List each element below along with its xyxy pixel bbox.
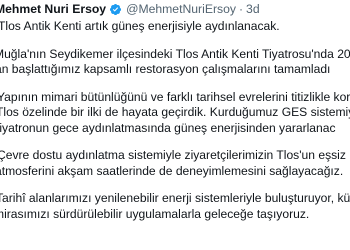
tweet-body: Tlos Antik Kenti artık güneş enerjisiyle…: [0, 19, 350, 222]
tweet-line: Çevre dostu aydınlatma sistemiyle ziyare…: [0, 148, 346, 162]
author-handle[interactable]: @MehmetNuriErsoy: [126, 2, 236, 16]
separator-dot: ·: [238, 2, 244, 16]
author-display-name[interactable]: Mehmet Nuri Ersoy: [0, 2, 106, 16]
tweet-line: atmosferini akşam saatlerinde de deneyim…: [0, 163, 344, 178]
tweet-line: Muğla'nın Seydikemer ilçesindeki Tlos An…: [0, 46, 350, 61]
tweet-line: tiyatronun gece aydınlatmasında güneş en…: [0, 120, 336, 135]
tweet-line: Tlos Antik Kenti artık güneş enerjisiyle…: [0, 19, 280, 33]
tweet-line: Tlos özelinde bir ilki de hayata geçirdi…: [0, 105, 350, 119]
tweet-line: Yapının mimari bütünlüğünü ve farklı tar…: [0, 89, 350, 104]
tweet[interactable]: Mehmet Nuri Ersoy @MehmetNuriErsoy · 3d …: [0, 0, 350, 250]
tweet-line: Tarihî alanlarımızı yenilenebilir enerji…: [0, 191, 350, 205]
tweet-header: Mehmet Nuri Ersoy @MehmetNuriErsoy · 3d: [0, 1, 260, 17]
tweet-timestamp[interactable]: 3d: [246, 2, 260, 16]
tweet-line: mirasımızı sürdürülebilir uygulamalarla …: [0, 206, 310, 221]
tweet-line: an başlattığımız kapsamlı restorasyon ça…: [0, 62, 331, 76]
verified-badge-icon: [109, 3, 122, 16]
